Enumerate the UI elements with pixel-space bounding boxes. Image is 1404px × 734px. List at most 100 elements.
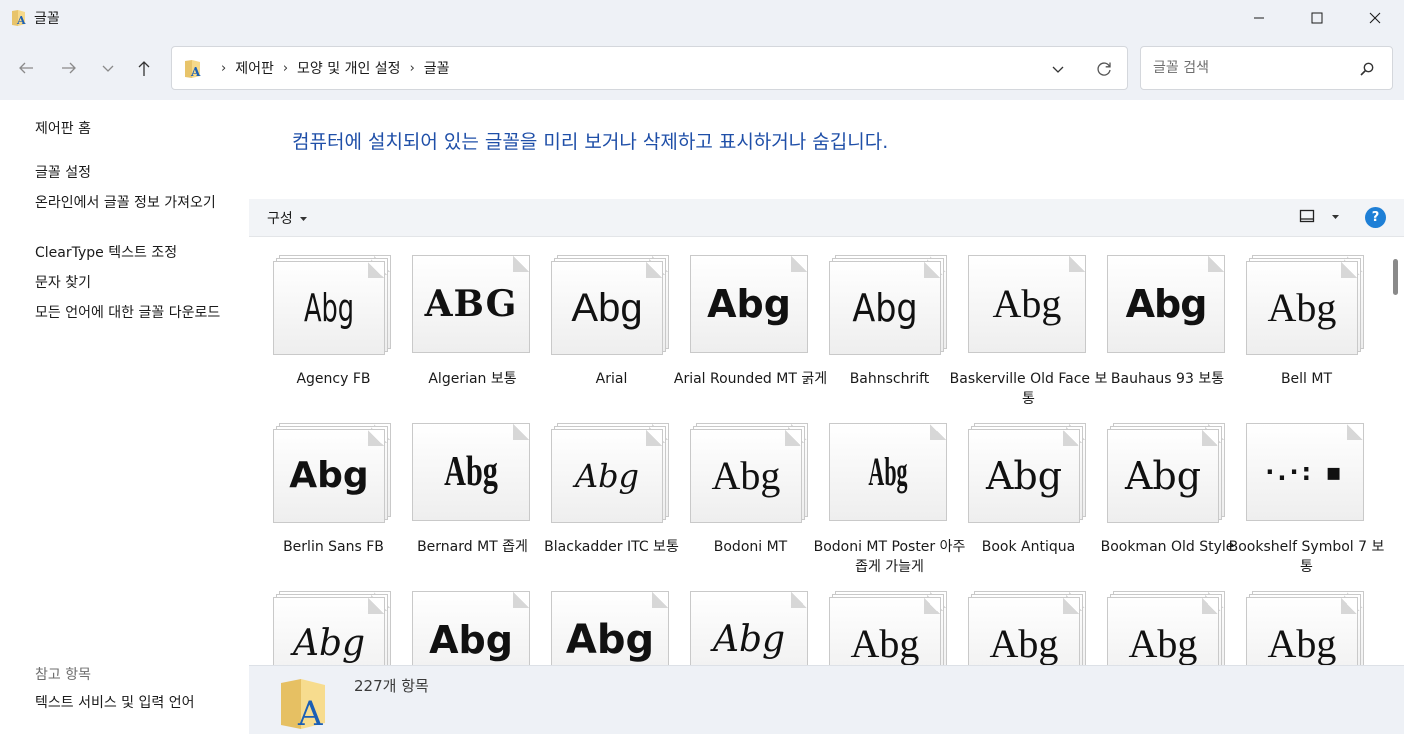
- font-sample-text: Abg: [868, 449, 908, 494]
- close-icon: [1369, 12, 1381, 24]
- download-all-language-fonts-link[interactable]: 모든 언어에 대한 글꼴 다운로드: [35, 304, 240, 323]
- breadcrumb-item[interactable]: 제어판: [235, 58, 274, 78]
- address-bar[interactable]: A › 제어판 › 모양 및 개인 설정 › 글꼴: [171, 46, 1128, 90]
- font-item[interactable]: Abg Baskerville Old Face 보통: [946, 237, 1107, 407]
- font-item[interactable]: Abg: [1085, 573, 1227, 665]
- scrollbar-thumb[interactable]: [1393, 259, 1398, 295]
- vertical-scrollbar[interactable]: [1386, 237, 1404, 665]
- font-item[interactable]: Abg: [668, 573, 810, 665]
- item-count-label: 227개 항목: [354, 677, 429, 695]
- search-box[interactable]: [1140, 46, 1393, 90]
- font-name-label: Bell MT: [1280, 371, 1333, 387]
- window-title: 글꼴: [34, 11, 60, 27]
- font-item[interactable]: Abg Book Antiqua: [946, 405, 1088, 565]
- font-grid: Abg Agency FB ABG Algerian 보통 Abg Arial Abg Ari…: [249, 237, 1384, 665]
- svg-text:A: A: [16, 14, 26, 27]
- page-headline: 컴퓨터에 설치되어 있는 글꼴을 미리 보거나 삭제하고 표시하거나 숨깁니다.: [292, 131, 889, 153]
- font-item[interactable]: Abg Bookman Old Style: [1085, 405, 1234, 565]
- font-preview-icon: Abg: [968, 423, 1088, 523]
- close-button[interactable]: [1346, 0, 1404, 36]
- font-item[interactable]: Abg Bauhaus 93 보통: [1085, 237, 1225, 397]
- font-sample-text: Abg: [1124, 454, 1202, 498]
- font-preview-icon: Abg: [412, 591, 532, 665]
- font-sample-text: Abg: [1267, 285, 1337, 330]
- refresh-button[interactable]: [1090, 55, 1118, 83]
- breadcrumb-item[interactable]: 모양 및 개인 설정: [297, 58, 401, 78]
- minimize-icon: [1254, 17, 1264, 19]
- font-preview-icon: Abg: [1246, 255, 1366, 355]
- font-sample-text: Abg: [852, 286, 918, 330]
- font-preview-icon: ·.·: ▪: [1246, 423, 1366, 523]
- organize-menu-button[interactable]: 구성: [267, 208, 308, 228]
- font-settings-link[interactable]: 글꼴 설정: [35, 164, 240, 183]
- font-item[interactable]: Abg Arial Rounded MT 굵게: [668, 237, 827, 397]
- font-preview-icon: Abg: [1107, 591, 1227, 665]
- font-item[interactable]: Abg Bernard MT 좁게: [390, 405, 530, 565]
- font-item[interactable]: ·.·: ▪ Bookshelf Symbol 7 보통: [1224, 405, 1384, 575]
- minimize-button[interactable]: [1230, 0, 1288, 36]
- font-sample-text: Abg: [429, 618, 513, 662]
- font-item[interactable]: Abg Agency FB: [251, 237, 391, 397]
- control-panel-home-link[interactable]: 제어판 홈: [35, 120, 240, 139]
- breadcrumb-separator-icon[interactable]: ›: [410, 61, 415, 76]
- adjust-cleartype-link[interactable]: ClearType 텍스트 조정: [35, 244, 240, 263]
- font-preview-icon: Abg: [690, 591, 810, 665]
- font-sample-text: Abg: [712, 619, 786, 660]
- font-item[interactable]: Abg Berlin Sans FB: [251, 405, 393, 565]
- text-services-link[interactable]: 텍스트 서비스 및 입력 언어: [35, 694, 240, 713]
- maximize-icon: [1311, 12, 1323, 24]
- view-icon[interactable]: [1299, 208, 1315, 224]
- font-sample-text: Abg: [1125, 282, 1208, 326]
- font-preview-icon: ABG: [412, 255, 532, 355]
- font-preview-icon: Abg: [690, 255, 810, 355]
- see-also-heading: 참고 항목: [35, 667, 91, 683]
- font-item[interactable]: Abg: [807, 573, 947, 665]
- font-sample-text: Abg: [989, 621, 1059, 665]
- font-item[interactable]: Abg Bodoni MT: [668, 405, 810, 565]
- search-input[interactable]: [1141, 47, 1351, 89]
- font-preview-icon: Abg: [273, 591, 393, 665]
- details-pane: A 227개 항목: [249, 665, 1404, 734]
- search-icon[interactable]: [1357, 59, 1377, 79]
- view-options-button[interactable]: [1331, 208, 1343, 224]
- font-item[interactable]: Abg Bell MT: [1224, 237, 1366, 397]
- breadcrumb-separator-icon[interactable]: ›: [283, 61, 288, 76]
- font-item[interactable]: Abg Bahnschrift: [807, 237, 947, 397]
- fonts-folder-icon: A: [281, 679, 325, 731]
- breadcrumb-item[interactable]: 글꼴: [424, 58, 450, 78]
- find-character-link[interactable]: 문자 찾기: [35, 274, 240, 293]
- font-item[interactable]: Abg Arial: [529, 237, 669, 397]
- font-item[interactable]: Abg: [1224, 573, 1364, 665]
- font-item[interactable]: Abg: [251, 573, 393, 665]
- font-item[interactable]: Abg: [529, 573, 671, 665]
- font-item[interactable]: ABG Algerian 보통: [390, 237, 532, 397]
- maximize-button[interactable]: [1288, 0, 1346, 36]
- font-preview-icon: Abg: [690, 423, 810, 523]
- chevron-down-icon: [102, 65, 114, 72]
- font-sample-text: ABG: [424, 283, 518, 325]
- font-preview-icon: Abg: [273, 423, 393, 523]
- font-item[interactable]: Abg: [946, 573, 1086, 665]
- dropdown-arrow-icon: [1332, 214, 1339, 219]
- get-font-info-online-link[interactable]: 온라인에서 글꼴 정보 가져오기: [35, 194, 240, 213]
- font-sample-text: Abg: [992, 281, 1062, 326]
- forward-button[interactable]: [54, 52, 84, 84]
- dropdown-arrow-icon: [299, 216, 307, 221]
- font-preview-icon: Abg: [551, 591, 671, 665]
- font-sample-text: Abg: [1267, 621, 1337, 665]
- back-button[interactable]: [11, 52, 41, 84]
- breadcrumb: › 제어판 › 모양 및 개인 설정 › 글꼴: [212, 47, 450, 89]
- font-sample-text: Abg: [292, 623, 366, 664]
- font-preview-icon: Abg: [968, 255, 1088, 355]
- recent-locations-button[interactable]: [93, 52, 123, 84]
- help-button[interactable]: ?: [1365, 207, 1386, 228]
- up-arrow-icon: [138, 61, 150, 76]
- font-item[interactable]: Abg Blackadder ITC 보통: [529, 405, 679, 565]
- navigation-bar: A › 제어판 › 모양 및 개인 설정 › 글꼴: [0, 36, 1404, 100]
- address-history-button[interactable]: [1044, 55, 1072, 83]
- font-sample-text: Abg: [1128, 621, 1198, 665]
- font-item[interactable]: Abg Bodoni MT Poster 아주 좁게 가늘게: [807, 405, 965, 575]
- up-button[interactable]: [129, 52, 159, 84]
- refresh-icon: [1097, 62, 1111, 76]
- font-item[interactable]: Abg: [390, 573, 532, 665]
